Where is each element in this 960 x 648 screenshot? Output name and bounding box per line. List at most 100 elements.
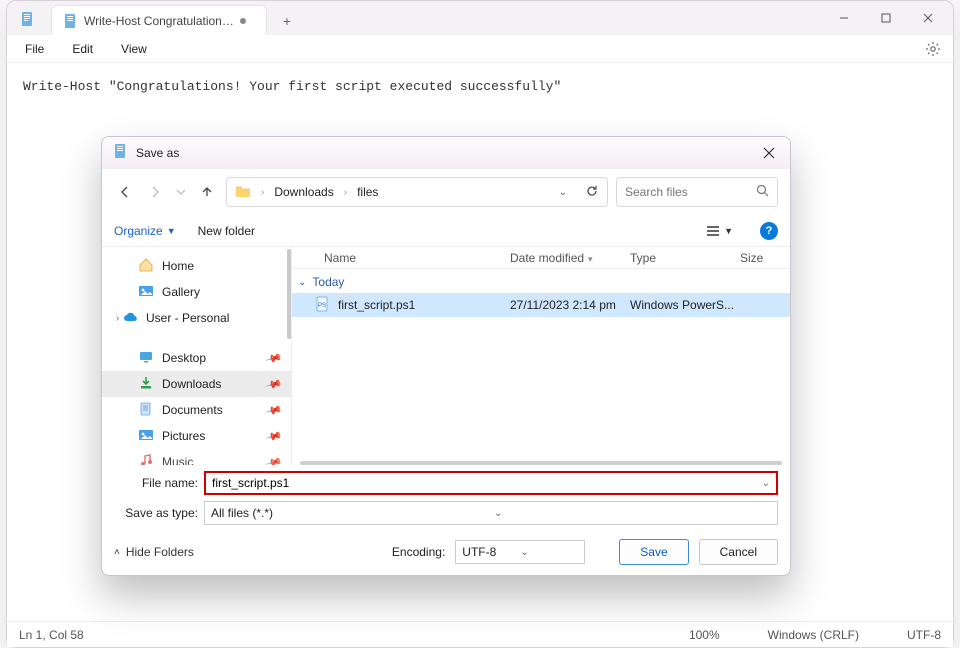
dialog-close-button[interactable]: [758, 142, 780, 164]
sidebar-item-music[interactable]: Music 📌: [102, 449, 291, 465]
folder-icon: [235, 183, 251, 202]
file-group-header[interactable]: ⌄ Today: [292, 269, 790, 293]
filename-input[interactable]: [212, 476, 756, 490]
nav-up-button[interactable]: [196, 181, 218, 203]
address-dropdown-icon[interactable]: ⌄: [555, 187, 571, 198]
file-name: first_script.ps1: [338, 298, 415, 312]
settings-button[interactable]: [925, 41, 941, 60]
column-headers[interactable]: Name Date modified▾ Type Size: [292, 247, 790, 269]
file-pane: Name Date modified▾ Type Size ⌄ Today PS…: [292, 247, 790, 465]
file-item[interactable]: PS first_script.ps1 27/11/2023 2:14 pm W…: [292, 293, 790, 317]
app-icon: [19, 11, 35, 27]
view-mode-dropdown[interactable]: ▼: [701, 222, 738, 240]
status-zoom[interactable]: 100%: [689, 628, 720, 642]
save-as-dialog: Save as › Downloads › files ⌄: [101, 136, 791, 576]
breadcrumb-item[interactable]: Downloads: [274, 185, 333, 199]
tab-title: Write-Host Congratulations! Your f: [84, 14, 234, 28]
pin-icon: 📌: [265, 375, 283, 393]
new-tab-button[interactable]: +: [277, 13, 297, 29]
dialog-title: Save as: [136, 146, 179, 160]
filename-dropdown-icon[interactable]: ⌄: [756, 478, 770, 489]
dialog-titlebar: Save as: [102, 137, 790, 169]
hide-folders-label: Hide Folders: [126, 545, 194, 559]
sidebar-item-documents[interactable]: Documents 📌: [102, 397, 291, 423]
sidebar-item-label: Music: [162, 455, 193, 465]
nav-back-button[interactable]: [114, 181, 136, 203]
sidebar-item-gallery[interactable]: Gallery: [102, 279, 291, 305]
encoding-select[interactable]: UTF-8 ⌄: [455, 540, 585, 564]
sidebar-item-onedrive[interactable]: › User - Personal: [102, 305, 291, 331]
col-name[interactable]: Name: [324, 251, 510, 265]
window-controls: [823, 5, 949, 31]
statusbar: Ln 1, Col 58 100% Windows (CRLF) UTF-8: [7, 621, 953, 647]
hide-folders-toggle[interactable]: ˄ Hide Folders: [114, 545, 194, 559]
menu-file[interactable]: File: [15, 38, 54, 60]
chevron-right-icon[interactable]: ›: [342, 187, 349, 198]
menubar: File Edit View: [7, 35, 953, 63]
sidebar-item-label: Downloads: [162, 377, 221, 391]
downloads-icon: [138, 375, 154, 394]
sidebar-item-home[interactable]: Home: [102, 253, 291, 279]
tab-file-icon: [62, 13, 78, 29]
menu-edit[interactable]: Edit: [62, 38, 103, 60]
sidebar-item-label: Home: [162, 259, 194, 273]
dialog-sidebar: Home Gallery › User - Personal Desktop 📌…: [102, 247, 292, 465]
nav-forward-button[interactable]: [144, 181, 166, 203]
search-box[interactable]: [616, 177, 778, 207]
pin-icon: 📌: [265, 427, 283, 445]
close-window-button[interactable]: [907, 5, 949, 31]
savetype-label: Save as type:: [114, 506, 204, 520]
col-type[interactable]: Type: [630, 251, 740, 265]
chevron-down-icon: ⌄: [488, 508, 771, 519]
refresh-button[interactable]: [585, 184, 599, 201]
new-folder-button[interactable]: New folder: [198, 224, 255, 238]
chevron-up-icon: ˄: [114, 547, 120, 558]
status-eol[interactable]: Windows (CRLF): [768, 628, 859, 642]
cancel-button[interactable]: Cancel: [699, 539, 778, 565]
sidebar-item-label: Pictures: [162, 429, 205, 443]
group-label: Today: [312, 275, 344, 289]
file-tab[interactable]: Write-Host Congratulations! Your f: [51, 5, 267, 35]
encoding-label: Encoding:: [392, 545, 445, 559]
pin-icon: 📌: [265, 453, 283, 465]
status-encoding[interactable]: UTF-8: [907, 628, 941, 642]
maximize-button[interactable]: [865, 5, 907, 31]
filename-label: File name:: [114, 476, 204, 490]
file-type: Windows PowerS...: [630, 298, 740, 312]
chevron-right-icon[interactable]: ›: [116, 313, 119, 324]
col-size[interactable]: Size: [740, 251, 790, 265]
help-button[interactable]: ?: [760, 222, 778, 240]
organize-label: Organize: [114, 224, 163, 238]
menu-view[interactable]: View: [111, 38, 157, 60]
status-cursor[interactable]: Ln 1, Col 58: [19, 628, 84, 642]
home-icon: [138, 257, 154, 276]
sidebar-item-pictures[interactable]: Pictures 📌: [102, 423, 291, 449]
save-button[interactable]: Save: [619, 539, 688, 565]
dialog-file-icon: [112, 143, 128, 162]
chevron-down-icon: ⌄: [298, 277, 306, 288]
dialog-footer: ˄ Hide Folders Encoding: UTF-8 ⌄ Save Ca…: [102, 529, 790, 575]
documents-icon: [138, 401, 154, 420]
sidebar-item-label: Gallery: [162, 285, 200, 299]
chevron-down-icon: ▼: [167, 226, 176, 236]
sidebar-item-downloads[interactable]: Downloads 📌: [102, 371, 291, 397]
organize-dropdown[interactable]: Organize ▼: [114, 224, 176, 238]
filename-field-wrapper: ⌄: [204, 471, 778, 495]
minimize-button[interactable]: [823, 5, 865, 31]
savetype-select[interactable]: All files (*.*) ⌄: [204, 501, 778, 525]
gallery-icon: [138, 283, 154, 302]
search-input[interactable]: [625, 185, 735, 199]
col-modified[interactable]: Date modified▾: [510, 251, 630, 265]
breadcrumb-item[interactable]: files: [357, 185, 378, 199]
nav-recent-dropdown[interactable]: [174, 181, 188, 203]
chevron-down-icon: ▼: [724, 226, 733, 236]
code-line: Write-Host "Congratulations! Your first …: [23, 79, 561, 94]
chevron-down-icon: ⌄: [520, 547, 578, 558]
search-icon[interactable]: [756, 184, 769, 200]
sort-down-icon: ▾: [588, 254, 593, 264]
address-bar[interactable]: › Downloads › files ⌄: [226, 177, 608, 207]
chevron-right-icon[interactable]: ›: [259, 187, 266, 198]
svg-text:PS: PS: [318, 303, 326, 309]
sidebar-item-desktop[interactable]: Desktop 📌: [102, 345, 291, 371]
dialog-toolbar: Organize ▼ New folder ▼ ?: [102, 215, 790, 247]
